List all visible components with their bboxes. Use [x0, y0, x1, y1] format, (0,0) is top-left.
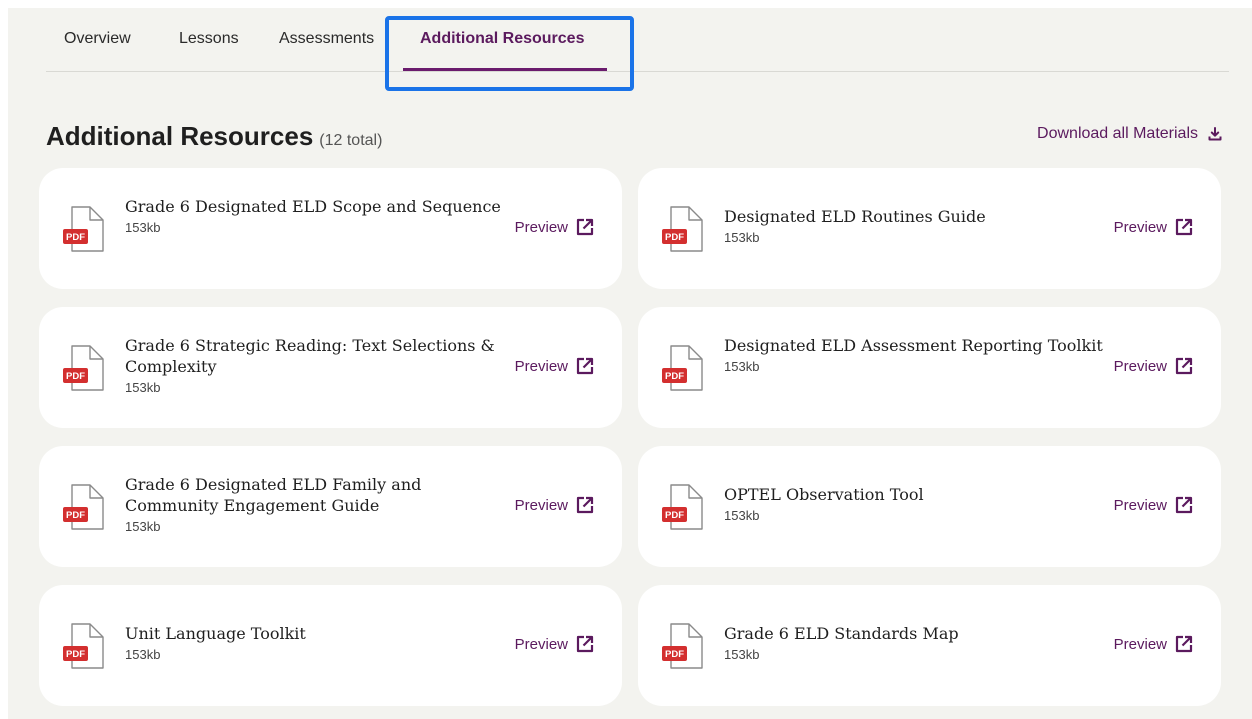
resource-card[interactable]: PDF OPTEL Observation Tool 153kb Preview	[638, 446, 1221, 567]
tab-assessments[interactable]: Assessments	[279, 30, 374, 48]
external-link-icon	[1175, 357, 1193, 375]
tab-additional-resources[interactable]: Additional Resources	[420, 30, 584, 48]
preview-link[interactable]: Preview	[515, 496, 594, 514]
resource-text: Unit Language Toolkit 153kb	[125, 623, 510, 662]
pdf-file-icon: PDF	[63, 206, 104, 252]
pdf-badge-label: PDF	[665, 649, 684, 660]
resource-title: Grade 6 Strategic Reading: Text Selectio…	[125, 336, 495, 376]
resource-card[interactable]: PDF Designated ELD Assessment Reporting …	[638, 307, 1221, 428]
resource-title: Grade 6 Designated ELD Family and Commun…	[125, 475, 422, 515]
resources-panel: Overview Lessons Assessments Additional …	[8, 8, 1252, 719]
section-heading: Additional Resources (12 total)	[46, 121, 382, 152]
resource-text: Grade 6 Designated ELD Family and Commun…	[125, 474, 510, 534]
pdf-badge-label: PDF	[66, 371, 85, 382]
resource-card[interactable]: PDF Designated ELD Routines Guide 153kb …	[638, 168, 1221, 289]
pdf-badge-label: PDF	[66, 649, 85, 660]
resource-title: Grade 6 Designated ELD Scope and Sequenc…	[125, 197, 501, 216]
resource-card[interactable]: PDF Grade 6 ELD Standards Map 153kb Prev…	[638, 585, 1221, 706]
preview-label: Preview	[514, 357, 568, 375]
preview-label: Preview	[514, 218, 568, 236]
resource-count: (12 total)	[319, 132, 383, 149]
external-link-icon	[576, 357, 594, 375]
resource-title: Grade 6 ELD Standards Map	[724, 624, 959, 643]
resource-size: 153kb	[125, 519, 161, 534]
resource-card[interactable]: PDF Unit Language Toolkit 153kb Preview	[39, 585, 622, 706]
download-icon	[1208, 127, 1222, 141]
resource-size: 153kb	[125, 220, 161, 235]
preview-link[interactable]: Preview	[1114, 357, 1193, 375]
preview-link[interactable]: Preview	[1114, 496, 1193, 514]
pdf-file-icon: PDF	[662, 345, 703, 391]
external-link-icon	[1175, 635, 1193, 653]
resource-card[interactable]: PDF Grade 6 Designated ELD Family and Co…	[39, 446, 622, 567]
resource-size: 153kb	[125, 647, 161, 662]
resource-card[interactable]: PDF Grade 6 Designated ELD Scope and Seq…	[39, 168, 622, 289]
resource-title: OPTEL Observation Tool	[724, 485, 924, 504]
preview-label: Preview	[1113, 357, 1167, 375]
tab-bar: Overview Lessons Assessments Additional …	[46, 8, 1229, 72]
pdf-file-icon: PDF	[662, 206, 703, 252]
resource-size: 153kb	[724, 359, 760, 374]
pdf-file-icon: PDF	[63, 623, 104, 669]
preview-label: Preview	[1113, 635, 1167, 653]
preview-link[interactable]: Preview	[515, 635, 594, 653]
page-title: Additional Resources	[46, 121, 314, 151]
preview-link[interactable]: Preview	[1114, 635, 1193, 653]
tab-overview[interactable]: Overview	[64, 30, 131, 48]
resource-title: Designated ELD Routines Guide	[724, 207, 986, 226]
preview-link[interactable]: Preview	[515, 218, 594, 236]
pdf-file-icon: PDF	[63, 484, 104, 530]
resource-text: Grade 6 Strategic Reading: Text Selectio…	[125, 335, 510, 395]
pdf-badge-label: PDF	[66, 510, 85, 521]
resource-text: Grade 6 Designated ELD Scope and Sequenc…	[125, 196, 510, 235]
resource-size: 153kb	[724, 230, 760, 245]
resource-size: 153kb	[724, 508, 760, 523]
resource-title: Unit Language Toolkit	[125, 624, 306, 643]
pdf-badge-label: PDF	[665, 371, 684, 382]
resource-text: Grade 6 ELD Standards Map 153kb	[724, 623, 1109, 662]
pdf-file-icon: PDF	[662, 623, 703, 669]
pdf-file-icon: PDF	[662, 484, 703, 530]
external-link-icon	[576, 496, 594, 514]
pdf-badge-label: PDF	[665, 510, 684, 521]
resource-text: Designated ELD Assessment Reporting Tool…	[724, 335, 1109, 374]
external-link-icon	[576, 635, 594, 653]
resource-text: OPTEL Observation Tool 153kb	[724, 484, 1109, 523]
download-all-button[interactable]: Download all Materials	[1037, 125, 1222, 143]
external-link-icon	[1175, 496, 1193, 514]
external-link-icon	[1175, 218, 1193, 236]
pdf-badge-label: PDF	[66, 232, 85, 243]
preview-link[interactable]: Preview	[515, 357, 594, 375]
preview-label: Preview	[514, 496, 568, 514]
resource-title: Designated ELD Assessment Reporting Tool…	[724, 336, 1103, 355]
resource-card[interactable]: PDF Grade 6 Strategic Reading: Text Sele…	[39, 307, 622, 428]
tab-lessons[interactable]: Lessons	[179, 30, 239, 48]
pdf-badge-label: PDF	[665, 232, 684, 243]
active-tab-indicator	[403, 68, 607, 71]
pdf-file-icon: PDF	[63, 345, 104, 391]
resource-text: Designated ELD Routines Guide 153kb	[724, 206, 1109, 245]
preview-label: Preview	[514, 635, 568, 653]
external-link-icon	[576, 218, 594, 236]
download-all-label: Download all Materials	[1037, 125, 1198, 142]
preview-label: Preview	[1113, 218, 1167, 236]
preview-label: Preview	[1113, 496, 1167, 514]
resource-size: 153kb	[724, 647, 760, 662]
preview-link[interactable]: Preview	[1114, 218, 1193, 236]
resource-size: 153kb	[125, 380, 161, 395]
